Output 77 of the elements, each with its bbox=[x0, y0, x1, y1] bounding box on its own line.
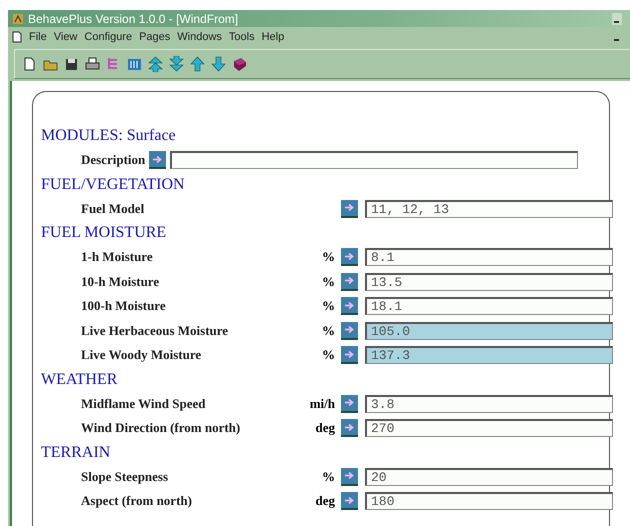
units-label: % bbox=[321, 322, 336, 339]
section-heading: FUEL/VEGETATION bbox=[41, 174, 186, 194]
input-button[interactable] bbox=[341, 272, 358, 291]
menu-item[interactable]: Pages bbox=[139, 31, 170, 43]
arrow-icon bbox=[344, 325, 355, 334]
calculator-icon bbox=[127, 56, 142, 72]
save-icon bbox=[64, 56, 79, 72]
input-field[interactable]: 8.1 bbox=[365, 248, 613, 266]
input-field[interactable]: 137.3 bbox=[365, 346, 613, 364]
menu-item[interactable]: File bbox=[29, 31, 47, 43]
document-icon bbox=[12, 31, 22, 43]
arrow-icon bbox=[344, 496, 355, 505]
input-button[interactable] bbox=[341, 419, 358, 438]
field-label: Fuel Model bbox=[81, 200, 146, 217]
menu-item[interactable]: Configure bbox=[84, 31, 132, 43]
input-button[interactable] bbox=[341, 248, 358, 266]
app-icon bbox=[12, 12, 24, 24]
input-button[interactable] bbox=[341, 346, 358, 364]
field-label: 1-h Moisture bbox=[81, 249, 154, 266]
field-label: 100-h Moisture bbox=[81, 298, 167, 314]
units-label: mi/h bbox=[308, 396, 336, 412]
menu-item[interactable]: Help bbox=[262, 31, 284, 43]
input-field[interactable]: 180 bbox=[365, 492, 613, 510]
arrow-icon bbox=[344, 471, 355, 480]
arrow-icon bbox=[344, 350, 355, 359]
input-field[interactable]: 105.0 bbox=[365, 322, 613, 340]
arrow-icon bbox=[344, 276, 355, 286]
input-button[interactable] bbox=[341, 468, 358, 486]
input-button[interactable] bbox=[341, 200, 358, 218]
input-field[interactable]: 18.1 bbox=[365, 297, 613, 316]
menu-item[interactable]: View bbox=[54, 31, 78, 43]
section-heading: FUEL MOISTURE bbox=[41, 223, 168, 243]
section-heading: MODULES: Surface bbox=[41, 126, 177, 146]
double-down-arrow-icon bbox=[169, 56, 184, 72]
input-button[interactable] bbox=[341, 492, 358, 510]
field-label: Midflame Wind Speed bbox=[81, 396, 206, 412]
menu-item[interactable]: Windows bbox=[177, 31, 222, 43]
input-field[interactable]: 13.5 bbox=[365, 272, 613, 291]
field-label: Aspect (from north) bbox=[81, 493, 193, 510]
double-up-arrow-icon bbox=[148, 56, 163, 72]
field-label: Description bbox=[81, 152, 146, 168]
section-heading: WEATHER bbox=[41, 370, 118, 390]
up-arrow-icon bbox=[190, 56, 205, 72]
units-label: % bbox=[321, 298, 336, 314]
field-label: Slope Steepness bbox=[81, 468, 170, 485]
input-field[interactable]: 270 bbox=[365, 419, 613, 438]
minimize-icon[interactable] bbox=[612, 12, 622, 24]
input-button[interactable] bbox=[149, 151, 166, 170]
arrow-icon bbox=[344, 300, 355, 310]
arrow-icon bbox=[152, 154, 164, 164]
field-label: Live Herbaceous Moisture bbox=[81, 322, 230, 339]
arrow-icon bbox=[344, 252, 355, 261]
arrow-icon bbox=[344, 422, 355, 432]
arrow-icon bbox=[344, 203, 355, 212]
input-field[interactable]: 3.8 bbox=[365, 394, 613, 413]
units-label: % bbox=[321, 274, 336, 290]
input-button[interactable] bbox=[341, 322, 358, 340]
field-label: 10-h Moisture bbox=[81, 274, 160, 290]
input-button[interactable] bbox=[341, 297, 358, 316]
input-field[interactable]: 11, 12, 13 bbox=[365, 200, 613, 218]
window-title: BehavePlus Version 1.0.0 - [WindFrom] bbox=[28, 12, 240, 26]
units-label: deg bbox=[314, 493, 336, 510]
units-label: % bbox=[321, 249, 336, 266]
units-label: % bbox=[321, 347, 336, 364]
down-arrow-icon bbox=[211, 56, 226, 72]
units-label: % bbox=[321, 468, 336, 485]
units-label: deg bbox=[314, 420, 336, 436]
input-field[interactable]: 20 bbox=[365, 468, 613, 486]
new-document-icon bbox=[22, 56, 37, 72]
input-field[interactable] bbox=[170, 151, 578, 170]
input-button[interactable] bbox=[341, 394, 358, 413]
section-heading: TERRAIN bbox=[41, 442, 112, 462]
field-label: Live Woody Moisture bbox=[81, 347, 202, 364]
arrow-icon bbox=[344, 398, 355, 408]
print-icon bbox=[85, 56, 100, 72]
menu-item[interactable]: Tools bbox=[228, 31, 255, 43]
field-label: Wind Direction (from north) bbox=[81, 420, 242, 436]
